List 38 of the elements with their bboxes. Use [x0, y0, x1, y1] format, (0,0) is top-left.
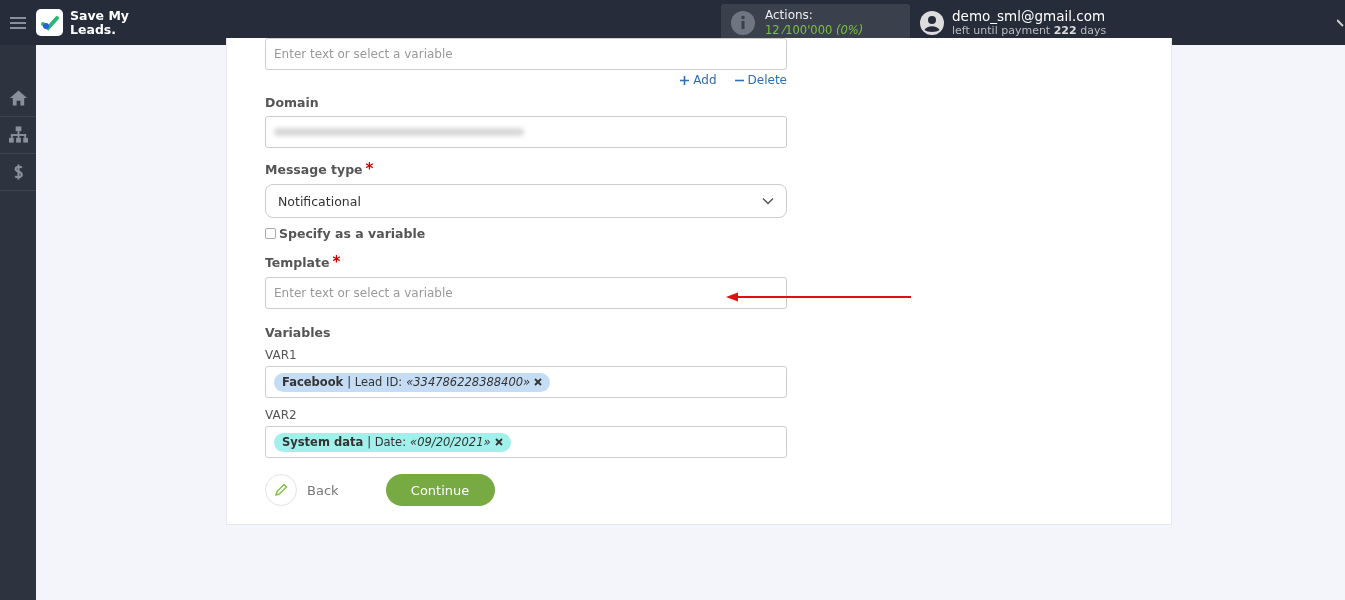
menu-icon[interactable] [10, 15, 26, 30]
plus-icon [680, 75, 690, 85]
field-label: Domain [265, 95, 320, 110]
variable-label: VAR1 [265, 348, 298, 362]
chevron-icon[interactable] [1337, 17, 1345, 28]
domain-field[interactable] [265, 116, 787, 148]
checkbox[interactable] [265, 228, 276, 239]
variable-tag[interactable]: System data | Date: «09/20/2021» [274, 432, 511, 452]
brand-name: Save My Leads. [70, 8, 130, 37]
required-mark: * [365, 160, 374, 178]
checkbox-label: Specify as a variable [279, 226, 426, 241]
template-field[interactable]: Enter text or select a variable [265, 277, 787, 309]
info-icon [731, 10, 755, 35]
pencil-icon [273, 482, 289, 498]
variable-label: VAR2 [265, 408, 298, 422]
field-label: Message type [265, 162, 363, 177]
field-label: Template [265, 255, 330, 270]
back-button[interactable]: Back [265, 474, 339, 506]
home-icon [8, 89, 28, 107]
avatar-icon[interactable] [920, 10, 944, 35]
required-mark: * [332, 253, 341, 271]
chevron-down-icon [762, 197, 774, 205]
user-email: demo_sml@gmail.com [952, 7, 1107, 24]
delete-link[interactable]: Delete [734, 73, 787, 87]
sitemap-icon [8, 126, 28, 144]
logo-icon [36, 9, 63, 36]
add-link[interactable]: Add [680, 73, 717, 87]
variable-field[interactable]: System data | Date: «09/20/2021» [265, 426, 787, 458]
variable-field[interactable]: Facebook | Lead ID: «334786228388400» [265, 366, 787, 398]
remove-icon[interactable] [494, 438, 503, 446]
section-title: Variables [265, 325, 332, 340]
remove-icon[interactable] [534, 378, 543, 386]
variable-tag[interactable]: Facebook | Lead ID: «334786228388400» [274, 372, 551, 392]
actions-label: Actions: [765, 7, 814, 23]
message-type-select[interactable]: Notificational [265, 184, 787, 218]
payment-note: left until payment 222 days [952, 23, 1108, 38]
actions-usage: 12 ⁄100'000 (0%) [765, 22, 864, 38]
text-field[interactable]: Enter text or select a variable [265, 38, 787, 70]
